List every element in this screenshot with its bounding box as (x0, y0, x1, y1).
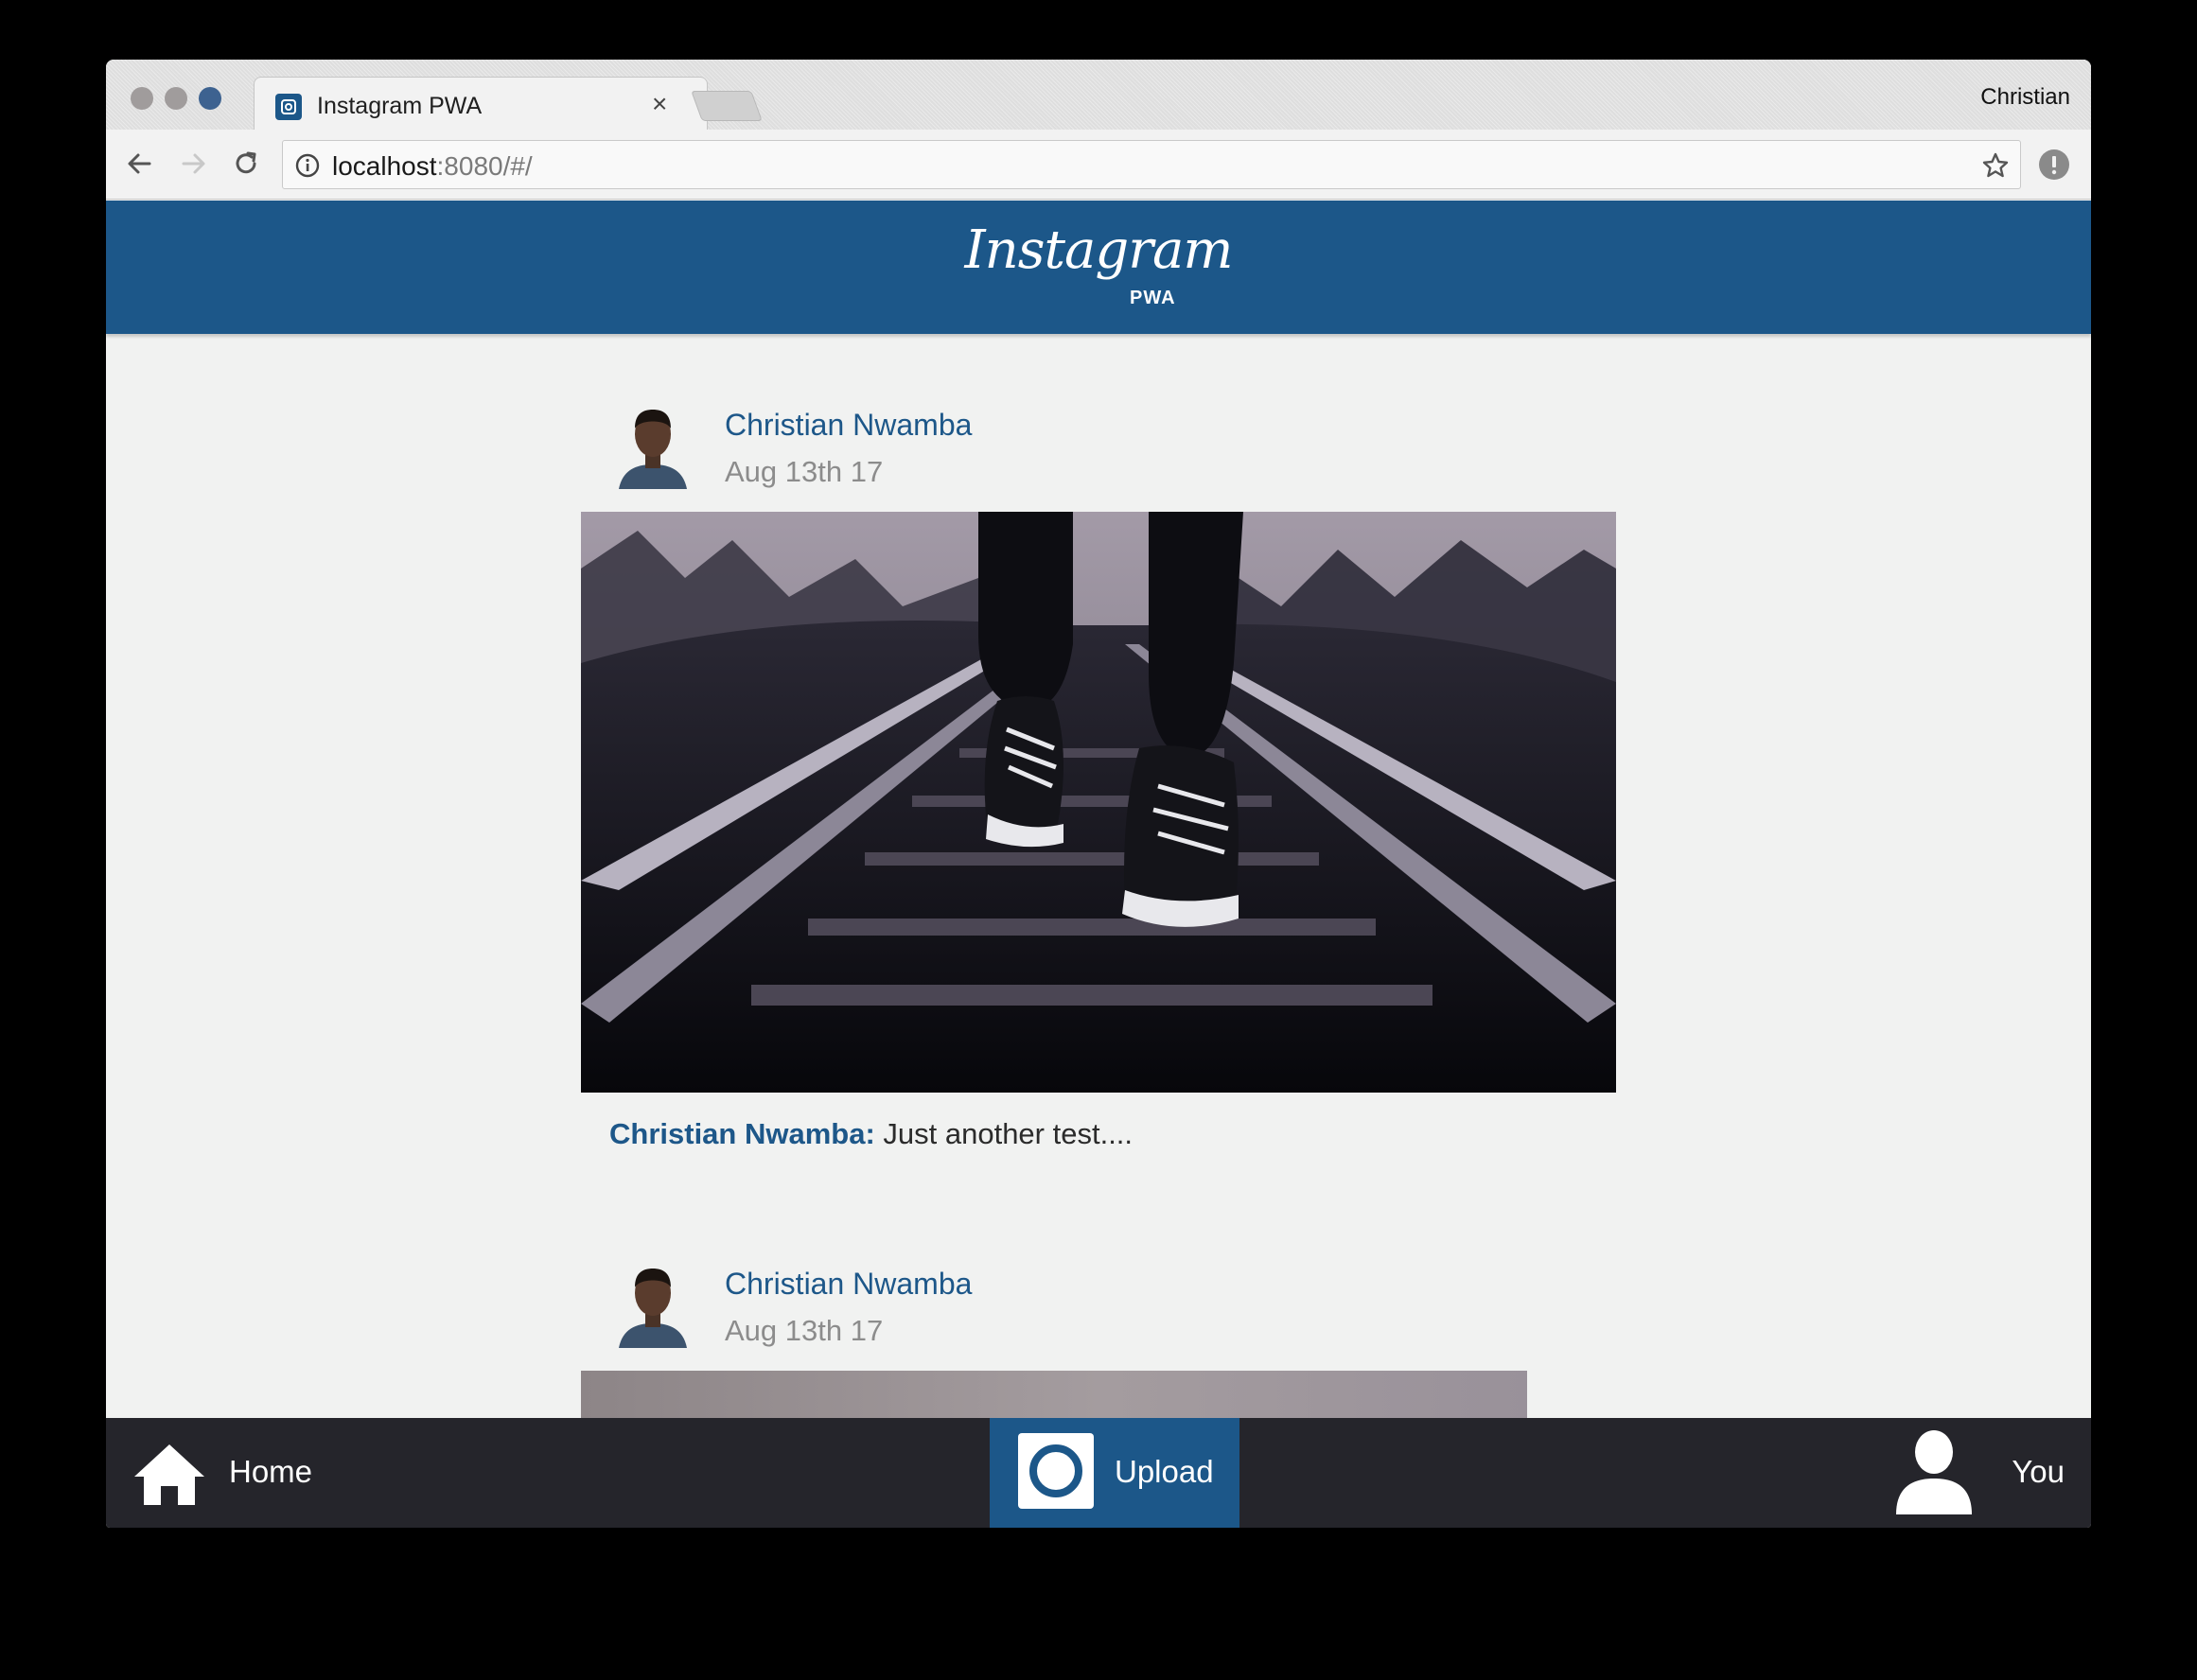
instagram-favicon-icon (275, 94, 302, 120)
logo-subtitle: PWA (1130, 288, 1176, 308)
home-icon (134, 1444, 204, 1505)
bottom-navigation: Home Upload You (106, 1418, 2091, 1528)
post-author[interactable]: Christian Nwamba (725, 1267, 972, 1302)
post-caption: Christian Nwamba: Just another test.... (609, 1117, 1133, 1151)
app-header: Instagram PWA (106, 201, 2091, 334)
nav-upload-button[interactable]: Upload (990, 1418, 1239, 1528)
zoom-window-button[interactable] (199, 87, 221, 110)
railway-sneakers-photo (581, 512, 1616, 1093)
nav-you-button[interactable]: You (1894, 1418, 2065, 1528)
url-text[interactable]: localhost:8080/#/ (332, 151, 533, 182)
nav-you-label: You (2012, 1454, 2065, 1489)
nav-home-button[interactable]: Home (132, 1418, 341, 1528)
browser-window: Instagram PWA × Christian localhost:8080… (106, 60, 2091, 1528)
post-image[interactable] (581, 512, 1616, 1093)
url-path: :8080/#/ (436, 151, 533, 181)
browser-tab[interactable]: Instagram PWA × (254, 77, 708, 131)
forward-arrow-icon[interactable] (174, 145, 212, 183)
alert-icon[interactable] (2038, 149, 2070, 181)
browser-toolbar: localhost:8080/#/ (106, 130, 2091, 200)
back-arrow-icon[interactable] (121, 145, 159, 183)
avatar[interactable] (619, 402, 687, 489)
caption-text: Just another test.... (874, 1117, 1134, 1150)
minimize-window-button[interactable] (165, 87, 187, 110)
instagram-logo[interactable]: Instagram (106, 219, 2091, 281)
new-tab-button[interactable] (691, 91, 763, 121)
tab-strip: Instagram PWA × Christian (106, 60, 2091, 131)
info-icon[interactable] (294, 152, 321, 179)
profile-name[interactable]: Christian (1980, 84, 2070, 111)
tab-close-icon[interactable]: × (652, 89, 667, 119)
url-host: localhost (332, 151, 437, 181)
post-date: Aug 13th 17 (725, 455, 884, 488)
nav-upload-label: Upload (1115, 1454, 1214, 1489)
tab-title: Instagram PWA (317, 93, 483, 119)
post-date: Aug 13th 17 (725, 1314, 884, 1347)
address-bar[interactable]: localhost:8080/#/ (282, 140, 2021, 189)
nav-home-label: Home (229, 1454, 313, 1489)
user-icon (1896, 1430, 1972, 1514)
camera-icon (1018, 1433, 1094, 1509)
star-icon[interactable] (1980, 150, 2011, 181)
post-author[interactable]: Christian Nwamba (725, 408, 972, 443)
close-window-button[interactable] (131, 87, 153, 110)
reload-icon[interactable] (227, 145, 265, 183)
avatar[interactable] (619, 1261, 687, 1348)
caption-author[interactable]: Christian Nwamba: (609, 1117, 875, 1150)
